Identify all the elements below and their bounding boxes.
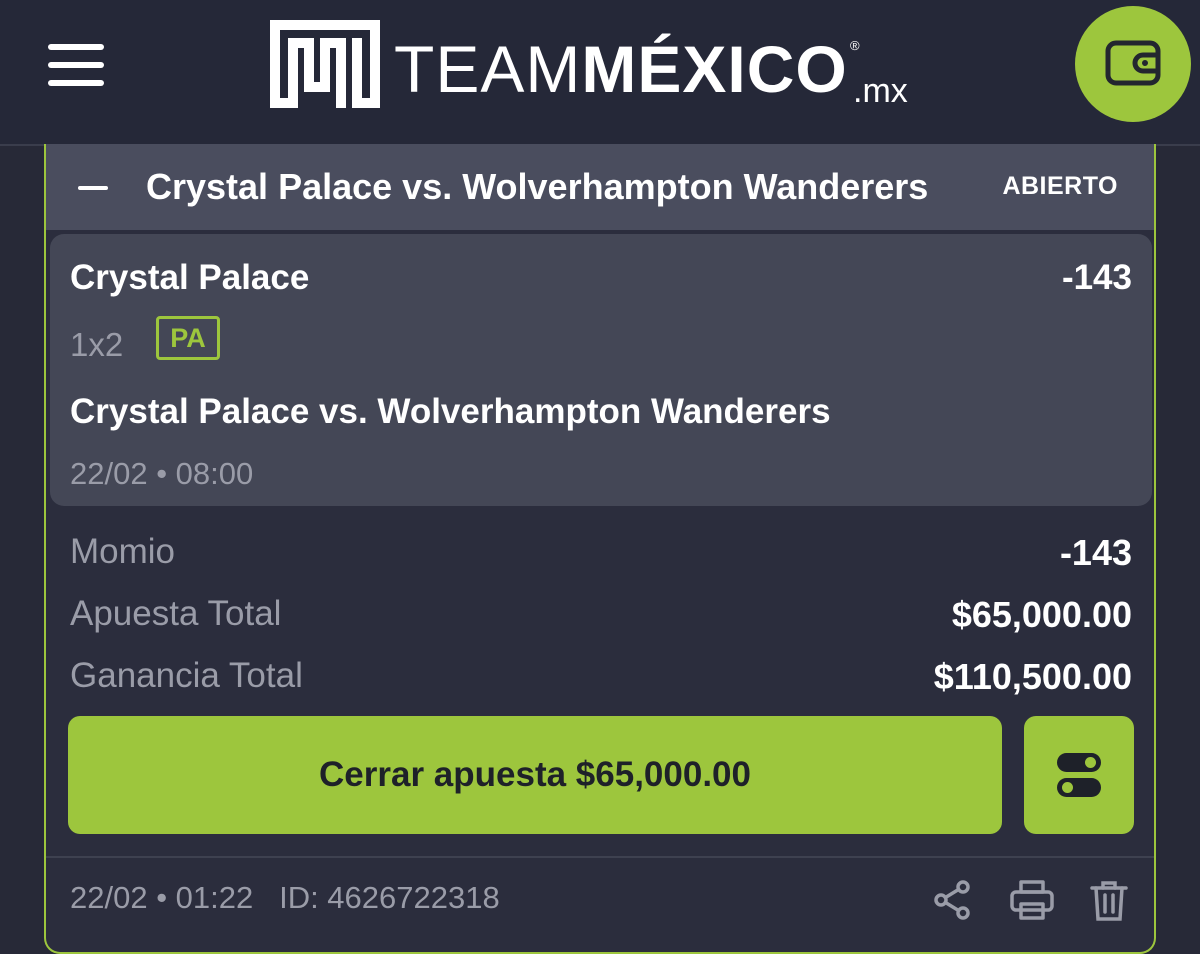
total-stake-value: $65,000.00 [951, 594, 1132, 635]
print-icon[interactable] [1010, 880, 1054, 920]
close-bet-button[interactable]: Cerrar apuesta $65,000.00 [68, 716, 1002, 834]
selection-odds: -143 [1061, 258, 1132, 297]
bet-status-label: ABIERTO [1002, 172, 1118, 200]
selection-name: Crystal Palace [70, 258, 310, 297]
momio-value: -143 [1059, 532, 1132, 573]
toggle-settings-button[interactable] [1024, 716, 1134, 834]
collapse-icon[interactable] [78, 186, 108, 190]
market-type: 1x2 [70, 326, 124, 363]
footer-divider [46, 856, 1154, 858]
event-name: Crystal Palace vs. Wolverhampton Wandere… [70, 392, 831, 431]
bet-id: ID: 4626722318 [279, 880, 500, 915]
logo-domain: .mx [853, 72, 908, 110]
wallet-icon [1105, 40, 1161, 86]
teammexico-logo[interactable]: TEAMMÉXICO ® .mx [270, 20, 920, 110]
top-navigation-bar: TEAMMÉXICO ® .mx [0, 0, 1200, 146]
bet-footer-info: 22/02 • 01:22 ID: 4626722318 [70, 880, 500, 916]
bet-title: Crystal Palace vs. Wolverhampton Wandere… [146, 166, 929, 207]
pa-badge: PA [156, 316, 220, 360]
total-stake-label: Apuesta Total [70, 594, 282, 633]
toggle-icon [1057, 753, 1101, 797]
bet-card-header[interactable]: Crystal Palace vs. Wolverhampton Wandere… [46, 144, 1154, 230]
logo-mark-icon [270, 20, 380, 108]
bet-selection: Crystal Palace -143 1x2 PA Crystal Palac… [50, 234, 1152, 506]
trash-icon[interactable] [1090, 880, 1128, 922]
logo-wordmark: TEAMMÉXICO [394, 32, 848, 106]
wallet-button[interactable] [1075, 6, 1191, 122]
bet-placed-time: 22/02 • 01:22 [70, 880, 254, 915]
event-time: 22/02 • 08:00 [70, 456, 254, 491]
bet-card: Crystal Palace vs. Wolverhampton Wandere… [44, 144, 1156, 954]
total-winnings-label: Ganancia Total [70, 656, 303, 695]
momio-label: Momio [70, 532, 176, 571]
hamburger-menu-icon[interactable] [48, 44, 106, 86]
share-icon[interactable] [932, 880, 972, 920]
total-winnings-value: $110,500.00 [933, 656, 1132, 697]
logo-registered-mark: ® [850, 38, 860, 53]
